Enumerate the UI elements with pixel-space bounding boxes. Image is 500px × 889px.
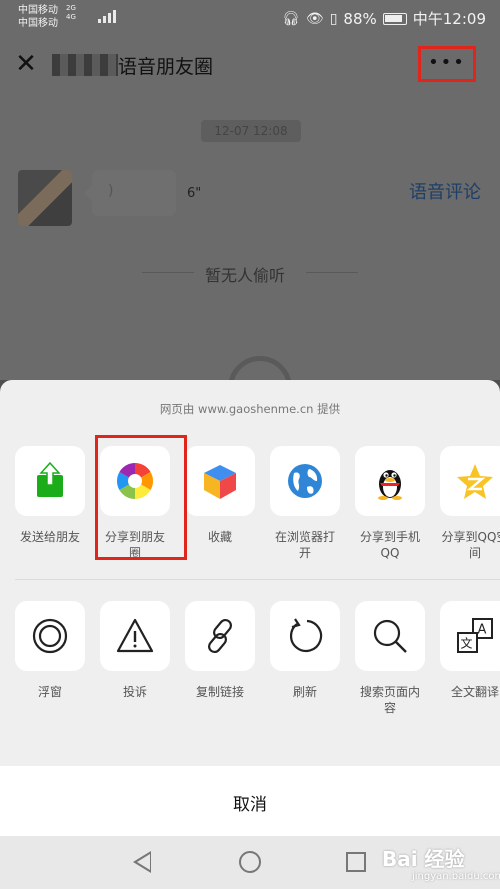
close-icon[interactable]: ✕ — [12, 50, 40, 78]
carrier-names: 中国移动 中国移动 — [18, 4, 58, 30]
cancel-label: 取消 — [233, 795, 267, 815]
favorite-button[interactable]: 收藏 — [185, 446, 255, 561]
open-in-browser-button[interactable]: 在浏览器打开 — [270, 446, 340, 561]
network-type-1: 2G — [66, 4, 76, 12]
send-to-friend-icon — [37, 461, 63, 497]
share-to-qzone-tile[interactable] — [440, 446, 500, 516]
send-to-friend-button[interactable]: 发送给朋友 — [15, 446, 85, 561]
provider-text: 网页由 www.gaoshenme.cn 提供 — [159, 402, 341, 416]
float-window-button[interactable]: 浮窗 — [15, 601, 85, 716]
network-type-2: 4G — [66, 13, 76, 21]
navigation-bar: Bai 经验 jingyan.baidu.com — [0, 836, 500, 889]
float-window-icon — [32, 618, 68, 654]
carrier-1: 中国移动 — [18, 5, 58, 16]
favorite-label: 收藏 — [207, 530, 232, 544]
copy-link-label: 复制链接 — [195, 685, 244, 699]
status-bar: 中国移动 中国移动 2G 4G 🎧︎ 👁︎ ▯ 88% 中午12:09 — [0, 0, 500, 36]
share-to-qq-button[interactable]: 分享到手机QQ — [355, 446, 425, 561]
refresh-tile[interactable] — [270, 601, 340, 671]
vibrate-icon: ▯ — [329, 10, 338, 27]
complain-button[interactable]: 投诉 — [100, 601, 170, 716]
sheet-divider — [15, 579, 500, 580]
browser-globe-icon — [288, 464, 322, 498]
translate-tile[interactable]: A 文 — [440, 601, 500, 671]
voice-wave-icon: ) — [108, 183, 114, 199]
signal-icon — [98, 9, 116, 23]
headset-icon: 🎧︎ — [282, 10, 300, 27]
carrier-2: 中国移动 — [18, 18, 58, 29]
action-row: 浮窗 投诉 复制链接 刷新 搜索页面内容 A 文 全文翻译 — [15, 601, 500, 716]
refresh-button[interactable]: 刷新 — [270, 601, 340, 716]
open-in-browser-tile[interactable] — [270, 446, 340, 516]
timestamp-chip: 12-07 12:08 — [201, 120, 301, 142]
recents-nav-icon[interactable] — [346, 852, 366, 872]
battery-percent: 88% — [343, 9, 377, 28]
svg-text:A: A — [478, 623, 487, 638]
share-row: 发送给朋友 分享到朋友圈 收藏 在浏览器打开 分享到手机QQ 分享到QQ 间 — [15, 446, 500, 561]
favorite-cube-icon — [204, 465, 236, 499]
refresh-label: 刷新 — [292, 685, 317, 699]
search-icon — [373, 619, 407, 653]
svg-text:文: 文 — [461, 636, 473, 651]
translate-icon: A 文 — [457, 618, 493, 653]
warning-icon — [116, 618, 154, 653]
send-to-friend-label: 发送给朋友 — [19, 530, 80, 544]
avatar[interactable] — [18, 170, 72, 226]
translate-button[interactable]: A 文 全文翻译 — [440, 601, 500, 716]
favorite-tile[interactable] — [185, 446, 255, 516]
divider-left — [142, 272, 194, 273]
search-page-button[interactable]: 搜索页面内容 — [355, 601, 425, 716]
complain-label: 投诉 — [122, 685, 147, 699]
share-to-qq-label: 分享到手机QQ — [359, 530, 420, 560]
page-title: 语音朋友圈 — [118, 56, 214, 78]
share-to-moments-highlight — [95, 435, 187, 560]
status-right: 🎧︎ 👁︎ ▯ 88% 中午12:09 — [282, 8, 486, 29]
network-types: 2G 4G — [66, 4, 76, 22]
refresh-icon — [289, 618, 323, 653]
cancel-button[interactable]: 取消 — [0, 766, 500, 836]
more-button[interactable]: ••• — [418, 46, 476, 82]
share-to-qzone-label: 分享到QQ空间 — [441, 530, 500, 560]
watermark-logo: Bai 经验 — [382, 847, 465, 871]
page-content: 12-07 12:08 ) 6" 语音评论 暂无人偷听 — [0, 94, 500, 420]
voice-comment-link[interactable]: 语音评论 — [409, 178, 481, 204]
qq-penguin-icon — [378, 470, 402, 500]
share-sheet: 网页由 www.gaoshenme.cn 提供 发送给朋友 分享到朋友圈 收藏 … — [0, 380, 500, 836]
complain-tile[interactable] — [100, 601, 170, 671]
clock: 中午12:09 — [412, 10, 486, 28]
qzone-star-icon — [457, 464, 493, 499]
more-dots-icon: ••• — [428, 52, 466, 73]
eye-icon: 👁︎ — [305, 10, 324, 27]
home-nav-icon[interactable] — [239, 851, 261, 873]
divider-right — [306, 272, 358, 273]
float-window-tile[interactable] — [15, 601, 85, 671]
copy-link-tile[interactable] — [185, 601, 255, 671]
search-page-tile[interactable] — [355, 601, 425, 671]
blurred-username — [52, 54, 118, 76]
search-page-label: 搜索页面内容 — [359, 685, 420, 715]
translate-label: 全文翻译 — [450, 685, 499, 699]
share-to-qq-tile[interactable] — [355, 446, 425, 516]
open-in-browser-label: 在浏览器打开 — [274, 530, 335, 560]
send-to-friend-tile[interactable] — [15, 446, 85, 516]
link-icon — [208, 618, 232, 654]
back-nav-icon[interactable] — [133, 851, 151, 873]
share-to-qzone-button[interactable]: 分享到QQ空间 — [440, 446, 500, 561]
voice-message-bubble[interactable]: ) — [84, 170, 176, 216]
watermark: Bai 经验 jingyan.baidu.com — [376, 841, 500, 887]
no-listeners-text: 暂无人偷听 — [205, 266, 286, 285]
battery-icon — [382, 12, 407, 25]
copy-link-button[interactable]: 复制链接 — [185, 601, 255, 716]
voice-duration: 6" — [187, 186, 202, 201]
watermark-url: jingyan.baidu.com — [412, 871, 500, 882]
float-window-label: 浮窗 — [37, 685, 62, 699]
